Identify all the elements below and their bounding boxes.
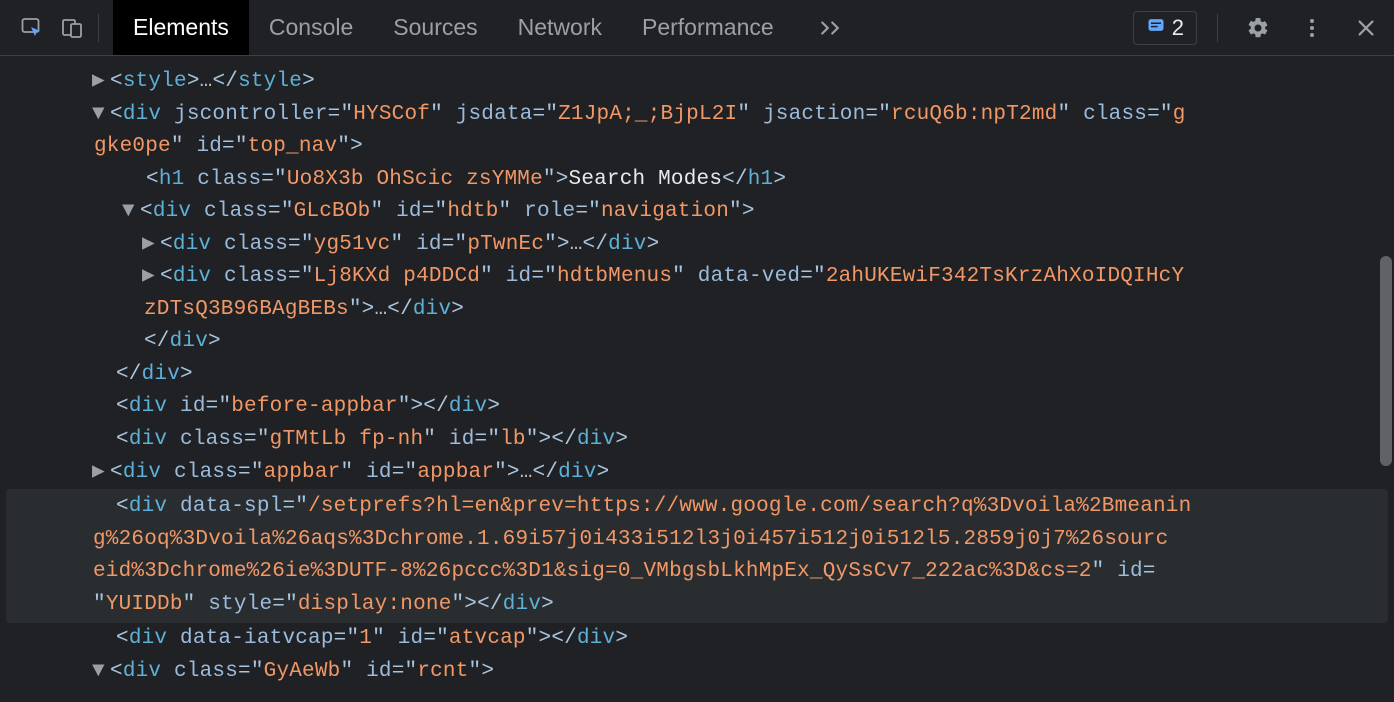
dom-node[interactable]: ▶<div class="appbar" id="appbar">…</div> bbox=[6, 457, 1388, 490]
issues-icon bbox=[1146, 15, 1166, 41]
settings-icon[interactable] bbox=[1238, 8, 1278, 48]
more-menu-icon[interactable] bbox=[1292, 8, 1332, 48]
dom-node[interactable]: <div id="before-appbar"></div> bbox=[6, 391, 1388, 424]
dom-node[interactable]: ▶<style>…</style> bbox=[6, 66, 1388, 99]
tab-overflow[interactable] bbox=[794, 0, 866, 55]
issues-badge[interactable]: 2 bbox=[1133, 11, 1197, 45]
panel-tabs: Elements Console Sources Network Perform… bbox=[113, 0, 866, 55]
toolbar-separator bbox=[98, 14, 99, 42]
tab-console[interactable]: Console bbox=[249, 0, 373, 55]
inspect-element-icon[interactable] bbox=[12, 8, 52, 48]
dom-node[interactable]: ▼<div jscontroller="HYSCof" jsdata="Z1Jp… bbox=[6, 99, 1388, 132]
dom-node[interactable]: ▼<div class="GLcBOb" id="hdtb" role="nav… bbox=[6, 196, 1388, 229]
expand-arrow-icon[interactable]: ▶ bbox=[92, 66, 110, 99]
device-toggle-icon[interactable] bbox=[52, 8, 92, 48]
dom-node-continuation[interactable]: zDTsQ3B96BAgBEBs">…</div> bbox=[6, 294, 1388, 327]
dom-node[interactable]: <div data-iatvcap="1" id="atvcap"></div> bbox=[6, 623, 1388, 656]
collapse-arrow-icon[interactable]: ▼ bbox=[92, 656, 110, 689]
collapse-arrow-icon[interactable]: ▼ bbox=[122, 196, 140, 229]
elements-tree[interactable]: ▶<style>…</style> ▼<div jscontroller="HY… bbox=[0, 56, 1394, 702]
dom-node[interactable]: <div class="gTMtLb fp-nh" id="lb"></div> bbox=[6, 424, 1388, 457]
dom-node[interactable]: ▶<div class="Lj8KXd p4DDCd" id="hdtbMenu… bbox=[6, 261, 1388, 294]
dom-node-close[interactable]: </div> bbox=[6, 326, 1388, 359]
toolbar-right: 2 bbox=[1133, 8, 1386, 48]
tab-elements[interactable]: Elements bbox=[113, 0, 249, 55]
tab-sources[interactable]: Sources bbox=[373, 0, 497, 55]
close-icon[interactable] bbox=[1346, 8, 1386, 48]
toolbar-separator bbox=[1217, 14, 1218, 42]
tab-network[interactable]: Network bbox=[498, 0, 622, 55]
dom-node[interactable]: <h1 class="Uo8X3b OhScic zsYMMe">Search … bbox=[6, 164, 1388, 197]
collapse-arrow-icon[interactable]: ▼ bbox=[92, 99, 110, 132]
devtools-toolbar: Elements Console Sources Network Perform… bbox=[0, 0, 1394, 56]
dom-node[interactable]: ▼<div class="GyAeWb" id="rcnt"> bbox=[6, 656, 1388, 689]
expand-arrow-icon[interactable]: ▶ bbox=[142, 229, 160, 262]
expand-arrow-icon[interactable]: ▶ bbox=[92, 457, 110, 490]
dom-node-selected[interactable]: <div data-spl="/setprefs?hl=en&prev=http… bbox=[6, 489, 1388, 623]
dom-node-continuation[interactable]: gke0pe" id="top_nav"> bbox=[6, 131, 1388, 164]
dom-node[interactable]: ▶<div class="yg51vc" id="pTwnEc">…</div> bbox=[6, 229, 1388, 262]
dom-node-close[interactable]: </div> bbox=[6, 359, 1388, 392]
scrollbar-thumb[interactable] bbox=[1380, 256, 1392, 466]
issues-count: 2 bbox=[1172, 15, 1184, 41]
tab-performance[interactable]: Performance bbox=[622, 0, 794, 55]
expand-arrow-icon[interactable]: ▶ bbox=[142, 261, 160, 294]
